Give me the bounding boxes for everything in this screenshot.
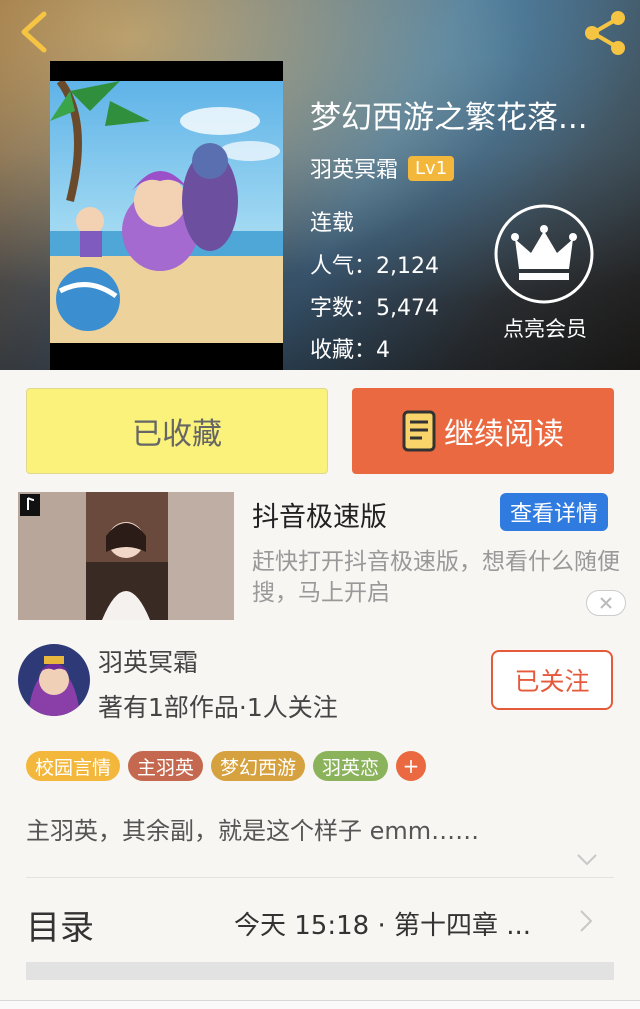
toc-label[interactable]: 目录 — [26, 900, 94, 949]
tag-item[interactable]: 羽英恋 — [313, 751, 389, 781]
author-card-name[interactable]: 羽英冥霜 — [98, 643, 198, 679]
ad-close-button[interactable] — [586, 590, 626, 616]
book-status: 连载 — [310, 211, 355, 236]
book-favorites: 收藏：4 — [310, 338, 390, 363]
continue-reading-button[interactable]: 继续阅读 — [352, 388, 614, 474]
book-header: 梦幻西游之繁花落... 羽英冥霜 Lv1 连载 人气：2,124 字数：5,47… — [0, 0, 640, 370]
toc-latest-chapter[interactable]: 今天 15:18 · 第十四章 ... — [234, 905, 531, 942]
crown-icon — [494, 204, 594, 304]
book-intro: 主羽英，其余副，就是这个样子 emm…… — [26, 817, 480, 845]
back-button[interactable] — [14, 10, 54, 54]
book-detail-page: 梦幻西游之繁花落... 羽英冥霜 Lv1 连载 人气：2,124 字数：5,47… — [0, 0, 640, 1009]
book-cover[interactable] — [50, 61, 283, 370]
tag-item[interactable]: 主羽英 — [128, 751, 204, 781]
tag-list: 校园言情 主羽英 梦幻西游 羽英恋 + — [26, 751, 427, 781]
author-avatar[interactable] — [18, 644, 90, 716]
section-separator — [26, 962, 614, 980]
author-level-badge: Lv1 — [408, 155, 455, 181]
share-button[interactable] — [580, 8, 630, 58]
tag-item[interactable]: 梦幻西游 — [211, 751, 306, 781]
vip-label[interactable]: 点亮会员 — [490, 313, 600, 343]
vip-button[interactable] — [493, 203, 595, 305]
share-icon — [585, 11, 625, 55]
add-tag-button[interactable]: + — [396, 751, 427, 781]
toc-open-button[interactable] — [578, 908, 594, 938]
ad-title[interactable]: 抖音极速版 — [252, 495, 387, 534]
collected-label: 已收藏 — [132, 417, 222, 452]
close-icon — [600, 597, 612, 609]
cover-illustration — [50, 81, 283, 343]
ad-detail-button[interactable]: 查看详情 — [500, 493, 608, 531]
ad-description: 赶快打开抖音极速版，想看什么随便搜，马上开启 — [252, 549, 620, 606]
ad-thumbnail[interactable] — [18, 492, 234, 620]
bottom-bar — [0, 1000, 640, 1009]
follow-button[interactable]: 已关注 — [491, 650, 613, 710]
expand-intro-button[interactable] — [576, 852, 598, 871]
book-icon — [402, 410, 436, 452]
book-author-row[interactable]: 羽英冥霜 Lv1 — [310, 152, 455, 184]
book-title: 梦幻西游之繁花落... — [310, 100, 588, 136]
book-popularity: 人气：2,124 — [310, 254, 439, 279]
chevron-right-icon — [580, 910, 593, 932]
book-author-name[interactable]: 羽英冥霜 — [310, 152, 398, 184]
divider — [26, 877, 614, 878]
author-card-meta: 著有1部作品·1人关注 — [98, 693, 338, 722]
back-arrow-icon — [21, 11, 47, 53]
chevron-down-icon — [577, 854, 597, 866]
continue-reading-label: 继续阅读 — [444, 417, 564, 452]
book-word-count: 字数：5,474 — [310, 296, 439, 321]
collected-button[interactable]: 已收藏 — [26, 388, 328, 474]
tag-item[interactable]: 校园言情 — [26, 751, 121, 781]
